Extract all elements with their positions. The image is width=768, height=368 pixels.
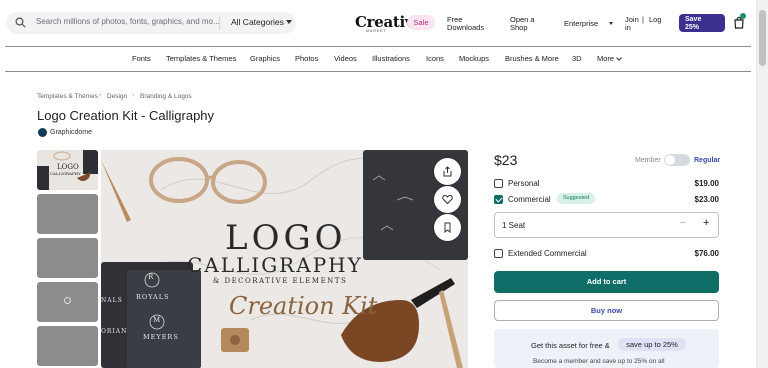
thumbnail-3[interactable]	[37, 238, 98, 278]
breadcrumb-separator: ›	[99, 92, 102, 99]
header-divider	[5, 46, 751, 47]
cart-badge	[740, 13, 746, 19]
image-r-monogram: R	[148, 273, 154, 281]
scrollbar[interactable]	[756, 0, 768, 368]
collection-button[interactable]	[434, 214, 461, 241]
category-brushes-more[interactable]: Brushes & More	[505, 54, 559, 63]
category-icons[interactable]: Icons	[426, 54, 444, 63]
chevron-down-icon	[609, 22, 613, 25]
product-main-image[interactable]: LOGO CALLIGRAPHY & DECORATIVE ELEMENTS C…	[101, 150, 468, 368]
site-header: Search millions of photos, fonts, graphi…	[0, 0, 756, 46]
category-select[interactable]: All Categories	[231, 17, 284, 27]
breadcrumb-branding-logos[interactable]: Branding & Logos	[140, 93, 192, 100]
price: $23	[494, 152, 518, 168]
image-calligraphy-word: CALLIGRAPHY	[187, 253, 363, 277]
category-3d[interactable]: 3D	[572, 54, 582, 63]
personal-license-price: $19.00	[694, 179, 719, 188]
commercial-license-checkbox[interactable]	[494, 195, 503, 204]
join-login-separator: |	[642, 15, 644, 24]
thumbnail-4[interactable]	[37, 282, 98, 322]
logo-subtitle: MARKET	[366, 29, 387, 33]
image-m-monogram: M	[153, 316, 161, 324]
search-input[interactable]: Search millions of photos, fonts, graphi…	[36, 17, 220, 26]
image-decorative-word: & DECORATIVE ELEMENTS	[213, 277, 348, 285]
scrollbar-thumb[interactable]	[759, 10, 766, 66]
regular-label: Regular	[694, 157, 721, 164]
personal-license-label[interactable]: Personal	[508, 179, 540, 188]
save-button-line1: Save	[685, 16, 702, 23]
breadcrumb-design[interactable]: Design	[107, 93, 127, 100]
save-button-line2: 25%	[685, 23, 700, 31]
login-link[interactable]: Log	[649, 16, 662, 24]
image-logo-word: LOGO	[225, 218, 347, 258]
image-royals-word: ROYALS	[136, 293, 170, 301]
seat-count: 1 Seat	[502, 221, 526, 230]
commercial-license-price: $23.00	[694, 195, 719, 204]
favorite-button[interactable]	[434, 186, 461, 213]
image-creation-kit-word: Creation Kit	[229, 292, 378, 320]
breadcrumb-separator: ›	[132, 92, 135, 99]
member-label: Member	[635, 157, 661, 164]
extended-license-price: $76.00	[694, 249, 719, 258]
promo-subtext: Become a member and save up to 25% on al…	[533, 358, 665, 365]
image-nals-word: NALS	[101, 297, 123, 304]
sale-badge[interactable]: Sale	[407, 15, 435, 30]
personal-license-checkbox[interactable]	[494, 179, 503, 188]
save-25-button[interactable]: Save 25%	[679, 14, 725, 32]
seat-increment-button[interactable]: +	[703, 217, 709, 229]
share-icon	[443, 166, 452, 177]
thumbnail-1[interactable]: LOGO CALLIGRAPHY	[37, 150, 98, 190]
thumbnail-4-mark	[64, 297, 71, 304]
seat-decrement-button[interactable]: −	[680, 218, 686, 229]
category-mockups[interactable]: Mockups	[459, 54, 489, 63]
category-illustrations[interactable]: Illustrations	[372, 54, 410, 63]
thumbnail-2[interactable]	[37, 194, 98, 234]
suggested-badge: Suggested	[557, 193, 595, 204]
product-title: Logo Creation Kit - Calligraphy	[37, 108, 215, 123]
category-more[interactable]: More	[597, 54, 614, 63]
author-name[interactable]: Graphicdome	[50, 129, 92, 136]
image-meyers-word: MEYERS	[143, 333, 179, 341]
buy-now-button[interactable]: Buy now	[494, 300, 719, 321]
promo-text: Get this asset for free &	[531, 341, 610, 350]
promo-highlight[interactable]: save up to 25%	[618, 338, 686, 351]
login-link-in[interactable]: in	[625, 24, 631, 32]
add-to-cart-button[interactable]: Add to cart	[494, 271, 719, 293]
category-fonts[interactable]: Fonts	[132, 54, 151, 63]
free-downloads-line2: Downloads	[447, 23, 485, 32]
chevron-down-icon	[286, 20, 292, 24]
commercial-license-label[interactable]: Commercial	[508, 195, 551, 204]
extended-license-checkbox[interactable]	[494, 249, 503, 258]
image-orian-word: ORIAN	[101, 328, 128, 335]
author-avatar[interactable]	[38, 128, 47, 137]
share-button[interactable]	[434, 158, 461, 185]
nav-divider	[5, 71, 751, 72]
extended-license-label[interactable]: Extended Commercial	[508, 249, 587, 258]
free-downloads-link[interactable]: Free Downloads	[447, 16, 484, 32]
thumbnail-calligraphy-text: CALLIGRAPHY	[50, 171, 81, 176]
open-shop-link[interactable]: Open a Shop	[510, 16, 535, 32]
toggle-knob	[665, 155, 675, 165]
category-nav: Fonts Templates & Themes Graphics Photos…	[0, 54, 756, 64]
breadcrumb-templates-themes[interactable]: Templates & Themes	[37, 93, 98, 100]
heart-icon	[442, 194, 453, 205]
thumbnail-logo-text: LOGO	[57, 163, 79, 171]
search-icon	[15, 17, 26, 28]
member-regular-toggle[interactable]	[664, 154, 690, 166]
bookmark-icon	[444, 222, 451, 233]
category-photos[interactable]: Photos	[295, 54, 318, 63]
category-graphics[interactable]: Graphics	[250, 54, 280, 63]
category-videos[interactable]: Videos	[334, 54, 357, 63]
thumbnail-5[interactable]	[37, 326, 98, 366]
search-bar[interactable]: Search millions of photos, fonts, graphi…	[6, 12, 296, 34]
search-divider	[219, 16, 220, 30]
open-shop-line2: Shop	[510, 23, 528, 32]
enterprise-menu[interactable]: Enterprise	[564, 20, 598, 28]
category-templates-themes[interactable]: Templates & Themes	[166, 54, 236, 63]
